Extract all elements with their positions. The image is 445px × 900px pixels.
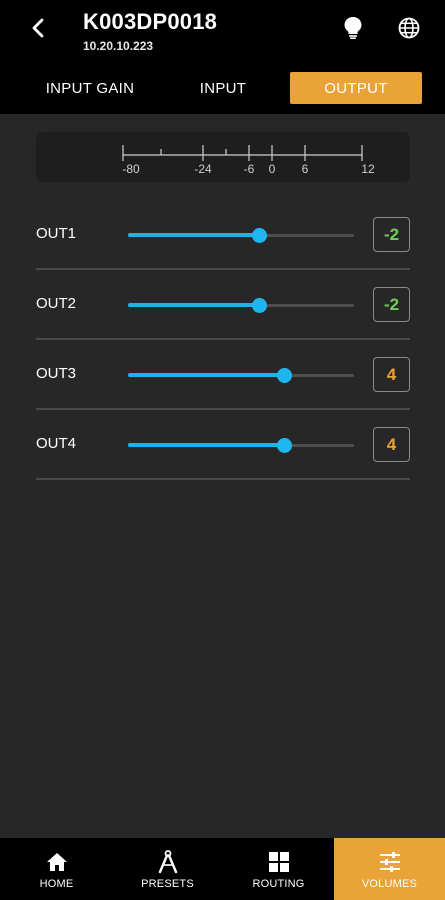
slider-thumb[interactable] — [276, 367, 292, 383]
back-button[interactable] — [24, 16, 52, 44]
db-scale-panel: -80 -24 -6 0 6 12 — [36, 132, 410, 182]
out1-level-slider[interactable] — [128, 224, 354, 246]
scale-label: 12 — [361, 162, 375, 176]
nav-presets[interactable]: PRESETS — [112, 838, 223, 900]
out4-level-slider[interactable] — [128, 434, 354, 456]
out3-level-slider[interactable] — [128, 364, 354, 386]
output-row-out4: OUT4 4 — [36, 410, 410, 480]
scale-label: -24 — [194, 162, 212, 176]
out4-value-box[interactable]: 4 — [373, 427, 410, 462]
tab-input-gain[interactable]: INPUT GAIN — [30, 72, 150, 104]
back-arrow-icon — [30, 18, 46, 43]
scale-label: 6 — [302, 162, 309, 176]
row-divider — [36, 478, 410, 480]
device-ip: 10.20.10.223 — [83, 39, 154, 53]
language-button[interactable] — [396, 17, 422, 43]
device-name: K003DP0018 — [83, 9, 218, 34]
out3-value-box[interactable]: 4 — [373, 357, 410, 392]
home-icon — [46, 850, 68, 874]
scale-label: -80 — [122, 162, 140, 176]
db-scale: -80 -24 -6 0 6 12 — [122, 145, 375, 176]
presets-icon — [157, 850, 179, 874]
lightbulb-icon — [343, 16, 363, 45]
output-label: OUT4 — [36, 435, 77, 452]
output-row-out2: OUT2 -2 — [36, 270, 410, 340]
volumes-sliders-icon — [379, 850, 401, 874]
identify-button[interactable] — [340, 16, 366, 45]
out1-value-box[interactable]: -2 — [373, 217, 410, 252]
bottom-nav: HOME PRESETS ROUTING VOLUMES — [0, 838, 445, 900]
globe-icon — [398, 17, 420, 44]
scale-label: 0 — [269, 162, 276, 176]
output-label: OUT1 — [36, 225, 77, 242]
nav-routing[interactable]: ROUTING — [223, 838, 334, 900]
slider-fill — [128, 443, 284, 447]
app-screen: K003DP0018 10.20.10.223 INPUT GAIN INPUT… — [0, 0, 445, 900]
out2-value-box[interactable]: -2 — [373, 287, 410, 322]
scale-label: -6 — [244, 162, 255, 176]
output-label: OUT2 — [36, 295, 77, 312]
slider-thumb[interactable] — [251, 227, 267, 243]
tab-output[interactable]: OUTPUT — [290, 72, 422, 104]
out2-level-slider[interactable] — [128, 294, 354, 316]
output-label: OUT3 — [36, 365, 77, 382]
slider-fill — [128, 373, 284, 377]
nav-volumes[interactable]: VOLUMES — [334, 838, 445, 900]
nav-label: ROUTING — [252, 878, 305, 890]
slider-fill — [128, 233, 259, 237]
header: K003DP0018 10.20.10.223 INPUT GAIN INPUT… — [0, 0, 445, 114]
nav-home[interactable]: HOME — [1, 838, 112, 900]
tab-input[interactable]: INPUT — [163, 72, 283, 104]
output-row-out1: OUT1 -2 — [36, 200, 410, 270]
nav-label: VOLUMES — [361, 878, 418, 890]
routing-grid-icon — [268, 850, 290, 874]
output-row-out3: OUT3 4 — [36, 340, 410, 410]
nav-label: PRESETS — [141, 878, 194, 890]
slider-thumb[interactable] — [276, 437, 292, 453]
slider-fill — [128, 303, 259, 307]
nav-label: HOME — [39, 878, 74, 890]
slider-thumb[interactable] — [251, 297, 267, 313]
